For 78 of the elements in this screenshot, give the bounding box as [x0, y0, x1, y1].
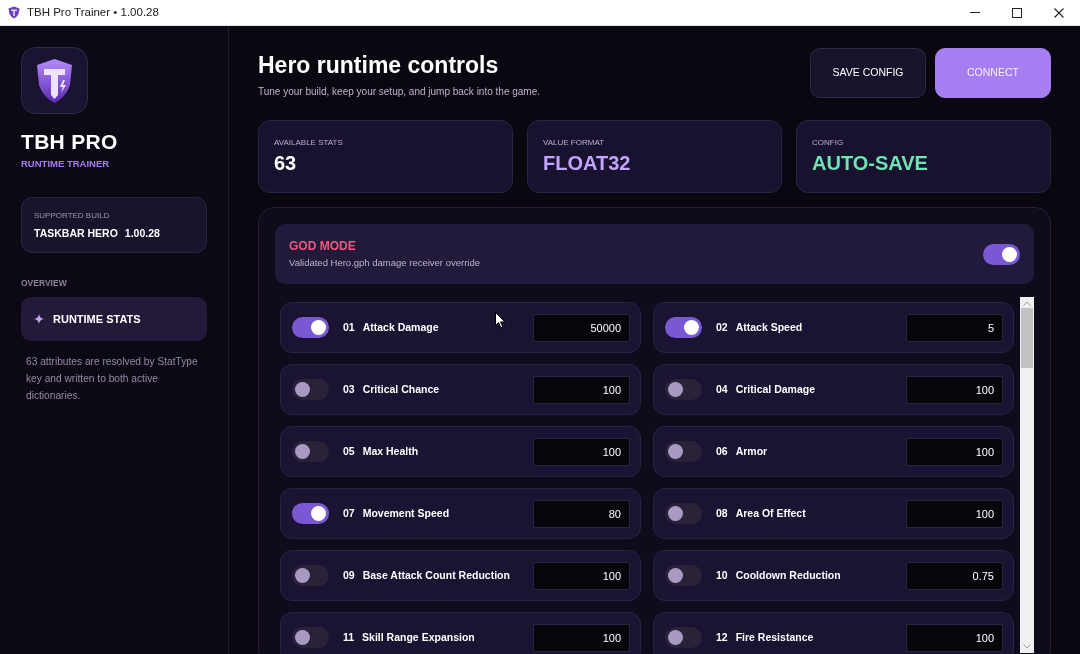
summary-value: FLOAT32 — [543, 151, 632, 175]
value-field[interactable]: 5 — [906, 313, 1003, 342]
maximize-icon — [1012, 7, 1022, 18]
value-field[interactable]: 100 — [906, 623, 1003, 652]
page-title: Hero runtime controls — [258, 51, 500, 80]
god-mode-description: Validated Hero.gph damage receiver override — [289, 257, 480, 269]
toggle-switch[interactable] — [665, 565, 702, 586]
stat-name: Critical Chance — [362, 381, 440, 397]
toggle-switch[interactable] — [292, 503, 329, 524]
toggle-switch[interactable] — [665, 503, 702, 524]
stat-name: Skill Range Expansion — [362, 629, 475, 645]
stat-number: 09 — [343, 567, 355, 583]
build-product: TASKBAR HERO — [34, 226, 118, 240]
toggle-switch[interactable] — [665, 627, 702, 648]
stat-number: 01 — [343, 319, 355, 335]
toggle-switch[interactable] — [292, 379, 329, 400]
toggle-switch[interactable] — [665, 379, 702, 400]
section-heading: OVERVIEW — [21, 278, 68, 289]
sidebar-note: 63 attributes are resolved by StatType key and written to both active dictionaries. — [25, 355, 199, 403]
stat-name: Critical Damage — [735, 381, 816, 397]
summary-value: AUTO-SAVE — [812, 151, 929, 175]
scrollbar-thumb[interactable] — [1021, 308, 1033, 368]
value-field[interactable]: 50000 — [533, 313, 630, 342]
summary-value: 63 — [274, 151, 298, 175]
stat-number: 03 — [343, 381, 355, 397]
stat-name: Base Attack Count Reduction — [362, 567, 510, 583]
sparkle-icon — [34, 314, 44, 324]
brand-title: TBH PRO — [21, 129, 119, 155]
build-version: 1.00.28 — [124, 226, 160, 240]
value-field[interactable]: 80 — [533, 499, 630, 528]
stat-number: 04 — [716, 381, 728, 397]
stat-name: Armor — [735, 443, 768, 459]
stat-number: 10 — [716, 567, 728, 583]
nav-item[interactable]: RUNTIME STATS — [21, 297, 207, 341]
summary-label: VALUE FORMAT — [543, 138, 606, 148]
close-icon — [1054, 7, 1064, 18]
value-field[interactable]: 100 — [533, 623, 630, 652]
stat-number: 05 — [343, 443, 355, 459]
value-field[interactable]: 100 — [906, 437, 1003, 466]
toggle-switch[interactable] — [665, 317, 702, 338]
stat-name: Movement Speed — [362, 505, 450, 521]
shield-app-icon — [8, 6, 20, 19]
value-field[interactable]: 0.75 — [906, 561, 1003, 590]
summary-label: CONFIG — [812, 138, 845, 148]
stat-name: Max Health — [362, 443, 419, 459]
stat-name: Attack Speed — [735, 319, 803, 335]
stat-name: Area Of Effect — [735, 505, 806, 521]
stat-number: 11 — [343, 629, 355, 645]
stat-number: 06 — [716, 443, 728, 459]
value-field[interactable]: 100 — [906, 375, 1003, 404]
shield-logo-icon — [21, 47, 88, 114]
minimize-icon — [970, 12, 980, 13]
build-label: SUPPORTED BUILD — [34, 210, 111, 221]
value-field[interactable]: 100 — [533, 437, 630, 466]
stat-number: 08 — [716, 505, 728, 521]
scrollbar[interactable] — [1020, 297, 1034, 653]
stat-name: Attack Damage — [362, 319, 439, 335]
save-config-button[interactable]: SAVE CONFIG — [810, 48, 926, 98]
toggle-switch[interactable] — [665, 441, 702, 462]
window-title: TBH Pro Trainer • 1.00.28 — [27, 4, 159, 20]
stat-number: 02 — [716, 319, 728, 335]
stat-number: 07 — [343, 505, 355, 521]
stat-name: Fire Resistance — [735, 629, 814, 645]
summary-label: AVAILABLE STATS — [274, 138, 344, 148]
toggle-switch[interactable] — [292, 565, 329, 586]
toggle-switch[interactable] — [983, 243, 1020, 265]
stat-number: 12 — [716, 629, 728, 645]
stat-name: Cooldown Reduction — [735, 567, 841, 583]
toggle-switch[interactable] — [292, 317, 329, 338]
value-field[interactable]: 100 — [533, 375, 630, 404]
toggle-switch[interactable] — [292, 441, 329, 462]
value-field[interactable]: 100 — [906, 499, 1003, 528]
mouse-cursor-icon — [495, 312, 506, 329]
toggle-switch[interactable] — [292, 627, 329, 648]
page-subtitle: Tune your build, keep your setup, and jump back into the game. — [258, 85, 541, 99]
value-field[interactable]: 100 — [533, 561, 630, 590]
brand-tagline: RUNTIME TRAINER — [21, 158, 111, 170]
god-mode-title: GOD MODE — [289, 239, 357, 254]
